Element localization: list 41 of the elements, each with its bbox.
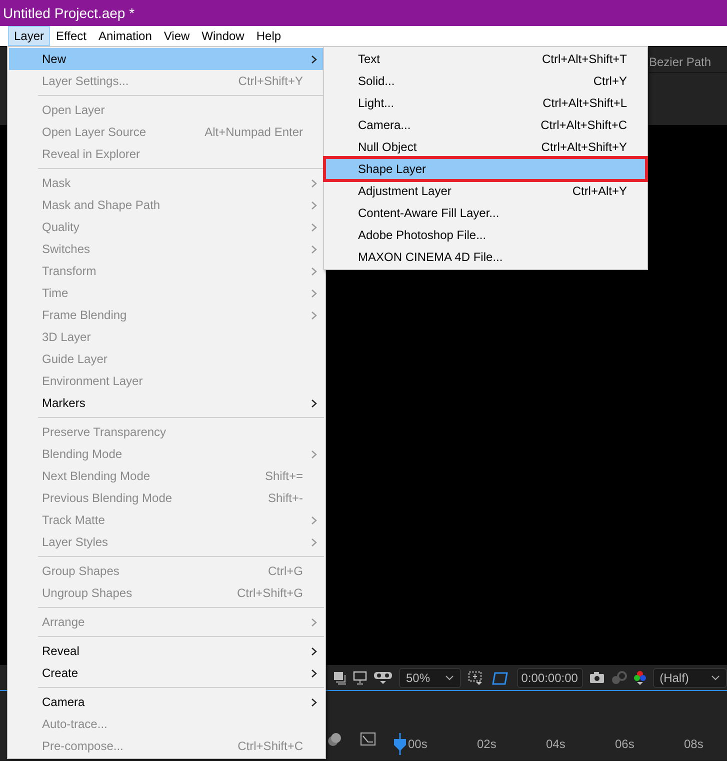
menu-bar-item[interactable]: Window [196, 26, 250, 46]
menu-item[interactable]: Null Object Ctrl+Alt+Shift+Y [325, 136, 646, 158]
ruler-label: 08s [684, 736, 704, 753]
menu-item[interactable]: Solid... Ctrl+Y [325, 70, 646, 92]
menu-item[interactable]: MAXON CINEMA 4D File... [325, 246, 646, 268]
menu-item[interactable]: Content-Aware Fill Layer... [325, 202, 646, 224]
menu-item[interactable]: Light... Ctrl+Alt+Shift+L [325, 92, 646, 114]
ruler-label: 00s [408, 736, 428, 753]
grid-guides-icon[interactable] [466, 670, 485, 686]
monitor-icon[interactable] [353, 670, 367, 684]
goggles-icon[interactable] [373, 670, 393, 684]
menu-bar-item[interactable]: View [158, 26, 196, 46]
ruler-label: 02s [477, 736, 498, 753]
menu-bar-item[interactable]: Effect [50, 26, 92, 46]
dropdown-caret-icon [711, 674, 720, 680]
resolution-dropdown[interactable]: (Half) [652, 668, 727, 688]
menu-bar-item[interactable]: Animation [92, 26, 158, 46]
color-channels-icon[interactable] [632, 670, 647, 686]
dropdown-caret-icon [444, 674, 454, 680]
menu-item[interactable]: Reveal [9, 640, 324, 662]
menu-item[interactable]: Adjustment Layer Ctrl+Alt+Y [325, 180, 646, 202]
camera-icon[interactable] [588, 671, 605, 684]
menu-bar-item[interactable]: Layer [8, 26, 50, 46]
motion-blur-icon[interactable] [326, 730, 344, 748]
menu-item[interactable]: Adobe Photoshop File... [325, 224, 646, 246]
menu-item[interactable]: New [9, 48, 324, 70]
graph-editor-icon[interactable] [360, 731, 376, 747]
menu-item[interactable]: Create [9, 662, 324, 684]
menu-item[interactable]: Markers [9, 392, 324, 414]
playhead-icon[interactable] [393, 733, 407, 755]
ruler-label: 04s [546, 736, 566, 753]
panel-tab[interactable]: Bezier Path [649, 47, 727, 73]
ruler-label: 06s [615, 736, 636, 753]
menu-bar-item[interactable]: Help [250, 26, 288, 46]
timecode-field[interactable]: 0:00:00:00 [516, 668, 583, 688]
zoom-dropdown[interactable]: 50% [399, 668, 461, 688]
menu-item[interactable]: Camera... Ctrl+Alt+Shift+C [325, 114, 646, 136]
preview-icon[interactable] [333, 670, 347, 684]
menu-item[interactable]: Text Ctrl+Alt+Shift+T [325, 48, 646, 70]
window-title: Untitled Project.aep * [0, 0, 727, 26]
menu-item[interactable]: Shape Layer [325, 158, 646, 180]
